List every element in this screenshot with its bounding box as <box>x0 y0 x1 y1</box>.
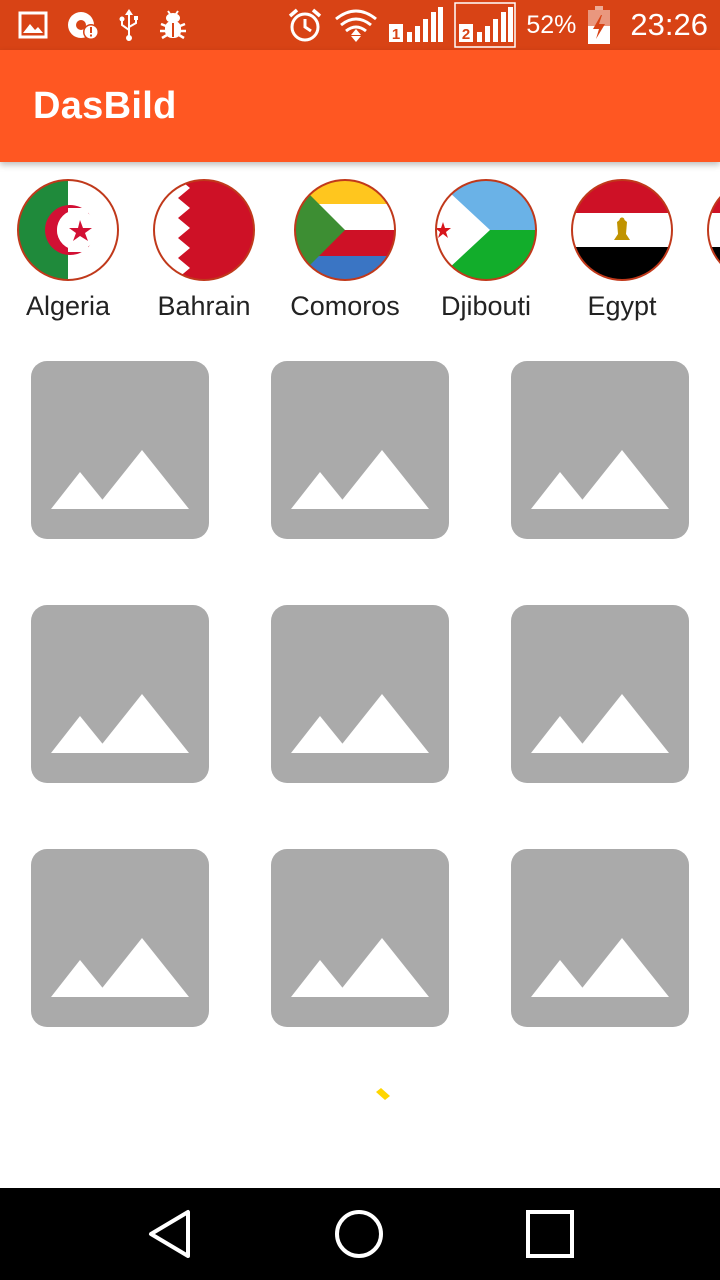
image-placeholder-icon <box>271 849 449 1027</box>
recents-button[interactable] <box>500 1188 600 1280</box>
usb-icon <box>118 7 140 43</box>
bahrain-flag-icon <box>152 178 256 282</box>
image-placeholder-icon <box>511 361 689 539</box>
alarm-icon <box>286 7 324 43</box>
home-button[interactable] <box>309 1188 409 1280</box>
country-item-egypt[interactable]: Egypt <box>552 178 692 338</box>
image-icon <box>18 7 48 43</box>
screen: 1 2 52% 23:26 DasBild Algeria Bahrain Co… <box>0 0 720 1280</box>
svg-text:2: 2 <box>462 26 470 43</box>
image-tile[interactable] <box>511 361 689 539</box>
navigation-bar <box>0 1188 720 1280</box>
app-toolbar: DasBild <box>0 50 720 162</box>
back-icon <box>149 1210 190 1258</box>
image-tile[interactable] <box>31 361 209 539</box>
bug-icon <box>158 7 188 43</box>
system-icons: 1 2 52% 23:26 <box>286 2 708 48</box>
image-tile[interactable] <box>271 361 449 539</box>
image-placeholder-icon <box>31 605 209 783</box>
svg-text:1: 1 <box>392 26 400 43</box>
image-tile[interactable] <box>271 605 449 783</box>
image-placeholder-icon <box>511 605 689 783</box>
image-tile[interactable] <box>511 849 689 1027</box>
image-grid <box>0 340 720 1060</box>
status-bar: 1 2 52% 23:26 <box>0 0 720 50</box>
battery-charging-icon <box>586 6 612 44</box>
image-tile[interactable] <box>31 605 209 783</box>
image-tile[interactable] <box>271 849 449 1027</box>
image-placeholder-icon <box>511 849 689 1027</box>
image-tile[interactable] <box>31 849 209 1027</box>
app-title: DasBild <box>33 84 177 127</box>
wifi-icon <box>334 7 378 43</box>
djibouti-flag-icon <box>434 178 538 282</box>
loading-spinner-icon <box>374 1086 392 1104</box>
clock: 23:26 <box>630 7 708 42</box>
country-item-bahrain[interactable]: Bahrain <box>134 178 274 338</box>
signal-sim2-icon: 2 <box>454 2 517 48</box>
country-item-comoros[interactable]: Comoros <box>275 178 415 338</box>
egypt-flag-icon <box>570 178 674 282</box>
image-placeholder-icon <box>271 605 449 783</box>
recents-icon <box>526 1210 574 1258</box>
back-button[interactable] <box>120 1188 220 1280</box>
signal-sim1-icon: 1 <box>388 7 444 43</box>
battery-percent: 52% <box>526 10 577 39</box>
country-strip[interactable]: Algeria Bahrain Comoros Djibouti Egypt <box>0 162 720 340</box>
algeria-flag-icon <box>16 178 120 282</box>
image-placeholder-icon <box>31 849 209 1027</box>
sync-alert-icon <box>66 7 100 43</box>
country-item-partial[interactable] <box>688 178 720 338</box>
partial-flag-icon <box>706 178 720 282</box>
image-placeholder-icon <box>271 361 449 539</box>
image-placeholder-icon <box>31 361 209 539</box>
image-tile[interactable] <box>511 605 689 783</box>
comoros-flag-icon <box>293 178 397 282</box>
home-icon <box>335 1210 383 1258</box>
notification-icons <box>18 7 188 43</box>
country-label: Egypt <box>587 291 657 321</box>
